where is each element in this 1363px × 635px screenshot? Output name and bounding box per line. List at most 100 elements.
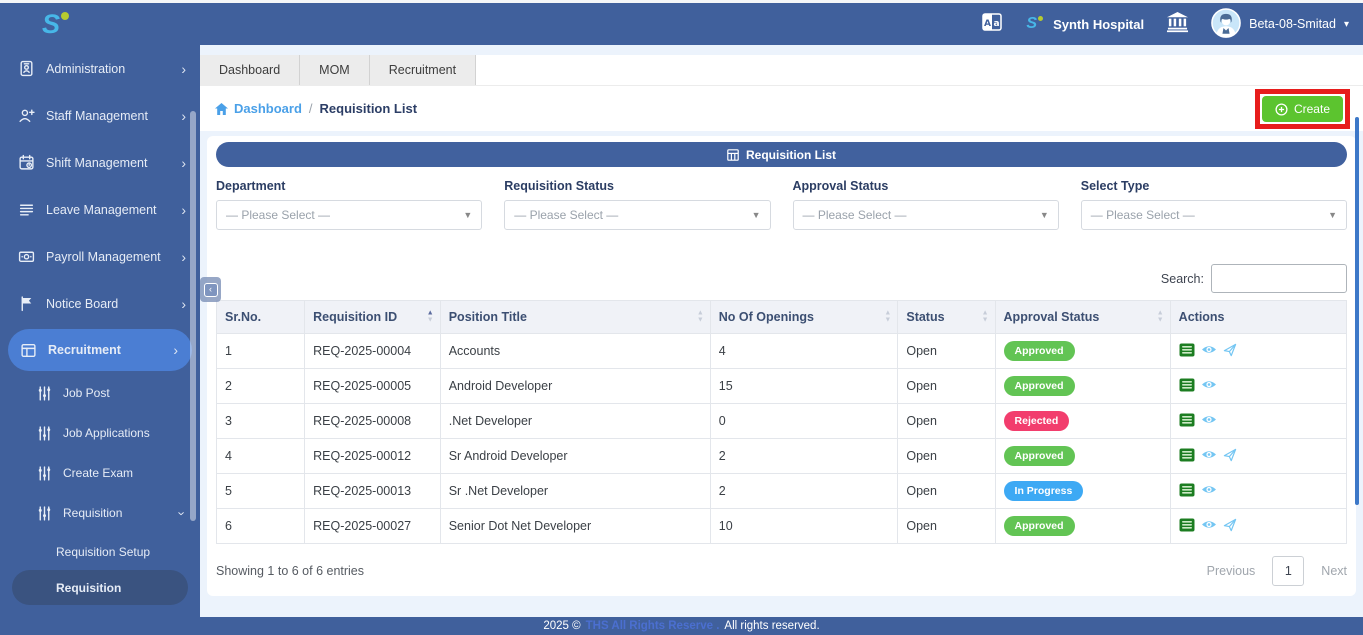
previous-button[interactable]: Previous [1207,564,1256,578]
table-header-row: Sr.No. Requisition ID ▲▼ Position Title … [217,301,1347,334]
eye-icon[interactable] [1201,519,1217,533]
topbar: S Aa S Synth Hospital Beta-08-Smitad ▾ [0,3,1363,45]
sliders-icon [36,505,53,522]
sidebar-scrollbar[interactable] [190,111,196,521]
col-status[interactable]: Status ▲▼ [898,301,995,334]
sidebar-item-payroll-management[interactable]: Payroll Management › [0,233,200,280]
sidebar-item-create-exam[interactable]: Create Exam [0,453,200,493]
hospital-brand: S Synth Hospital [1026,15,1144,33]
col-approval-status[interactable]: Approval Status ▲▼ [995,301,1170,334]
sort-icon: ▲▼ [697,311,704,324]
eye-icon[interactable] [1201,379,1217,393]
tab-mom[interactable]: MOM [300,55,370,85]
chevron-right-icon: › [181,296,186,312]
sidebar-item-requisition-group[interactable]: Requisition › [0,493,200,533]
col-position-title[interactable]: Position Title ▲▼ [440,301,710,334]
window-icon [20,342,37,359]
chevron-right-icon: › [181,202,186,218]
panel-header: Requisition List [216,142,1347,167]
chevron-right-icon: › [181,61,186,77]
sidebar-item-administration[interactable]: Administration › [0,45,200,92]
tab-bar: Dashboard MOM Recruitment [200,55,1363,85]
language-icon[interactable]: Aa [980,10,1004,39]
bank-icon[interactable] [1166,11,1189,38]
list-icon[interactable] [1179,483,1195,500]
list-icon[interactable] [1179,343,1195,360]
type-select[interactable]: — Please Select —▼ [1081,200,1347,230]
user-plus-icon [18,107,35,124]
list-icon[interactable] [1179,378,1195,395]
eye-icon[interactable] [1201,414,1217,428]
breadcrumb: Dashboard / Requisition List [215,101,417,116]
status-badge: In Progress [1004,481,1084,501]
chevron-down-icon: › [174,511,189,515]
eye-icon[interactable] [1201,484,1217,498]
footer-rights: All rights reserved. [724,620,819,632]
calendar-clock-icon [18,154,35,171]
footer-link[interactable]: THS All Rights Reserve . [586,620,720,632]
requisition-list-card: Requisition List Department — Please Sel… [207,136,1356,596]
sidebar-item-job-post[interactable]: Job Post [0,373,200,413]
approval-status-select[interactable]: — Please Select —▼ [793,200,1059,230]
pagination: Previous 1 Next [1207,556,1347,586]
table-row: 6 REQ-2025-00027 Senior Dot Net Develope… [217,509,1347,544]
money-icon [18,248,35,265]
table-footer: Showing 1 to 6 of 6 entries Previous 1 N… [216,556,1347,586]
table-row: 1 REQ-2025-00004 Accounts 4 Open Approve… [217,334,1347,369]
status-badge: Approved [1004,376,1075,396]
sidebar-item-recruitment[interactable]: Recruitment › [8,329,192,371]
user-menu[interactable]: Beta-08-Smitad ▾ [1211,8,1349,41]
avatar [1211,8,1241,41]
list-icon[interactable] [1179,413,1195,430]
footer: 2025 © THS All Rights Reserve . All righ… [0,617,1363,635]
table-row: 4 REQ-2025-00012 Sr Android Developer 2 … [217,439,1347,474]
chevron-left-icon: ‹ [204,283,218,297]
paper-plane-icon[interactable] [1223,343,1237,360]
chevron-right-icon: › [181,108,186,124]
sidebar-item-leave-management[interactable]: Leave Management › [0,186,200,233]
window-edge [0,0,1363,3]
list-lines-icon [18,201,35,218]
chevron-down-icon: ▾ [1344,19,1349,30]
sidebar-item-requisition[interactable]: Requisition [12,570,188,605]
sort-icon: ▲▼ [1157,311,1164,324]
eye-icon[interactable] [1201,344,1217,358]
sidebar-item-shift-management[interactable]: Shift Management › [0,139,200,186]
status-badge: Rejected [1004,411,1070,431]
sidebar-item-requisition-setup[interactable]: Requisition Setup [0,533,200,570]
breadcrumb-bar: Dashboard / Requisition List Create [200,85,1363,131]
department-select[interactable]: — Please Select —▼ [216,200,482,230]
footer-year: 2025 © [543,620,580,632]
chevron-right-icon: › [173,342,178,358]
col-openings[interactable]: No Of Openings ▲▼ [710,301,898,334]
page-number-button[interactable]: 1 [1272,556,1304,586]
tab-dashboard[interactable]: Dashboard [200,55,300,85]
sidebar-item-staff-management[interactable]: Staff Management › [0,92,200,139]
panel-title: Requisition List [746,148,836,162]
paper-plane-icon[interactable] [1223,518,1237,535]
breadcrumb-separator: / [309,101,313,116]
list-icon[interactable] [1179,448,1195,465]
breadcrumb-home-link[interactable]: Dashboard [215,101,302,116]
tab-recruitment[interactable]: Recruitment [370,55,476,85]
sidebar-collapse-toggle[interactable]: ‹ [200,277,221,302]
create-button[interactable]: Create [1262,96,1343,122]
paper-plane-icon[interactable] [1223,448,1237,465]
page-scrollbar[interactable] [1355,117,1359,505]
search-input[interactable] [1211,264,1347,293]
requisition-table: Sr.No. Requisition ID ▲▼ Position Title … [216,300,1347,544]
sliders-icon [36,465,53,482]
requisition-status-select[interactable]: — Please Select —▼ [504,200,770,230]
sliders-icon [36,425,53,442]
list-icon[interactable] [1179,518,1195,535]
svg-text:A: A [984,19,991,29]
status-badge: Approved [1004,516,1075,536]
col-requisition-id[interactable]: Requisition ID ▲▼ [305,301,441,334]
home-icon [215,103,228,115]
grid-icon [727,149,739,161]
sidebar-item-notice-board[interactable]: Notice Board › [0,280,200,327]
sidebar-item-job-applications[interactable]: Job Applications [0,413,200,453]
status-badge: Approved [1004,341,1075,361]
eye-icon[interactable] [1201,449,1217,463]
next-button[interactable]: Next [1321,564,1347,578]
